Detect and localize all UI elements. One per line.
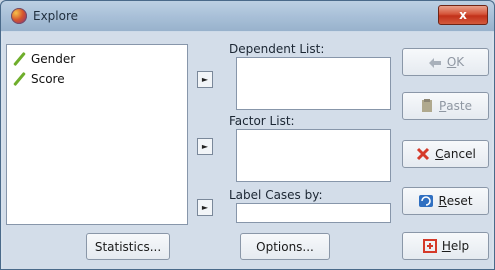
paste-label-rest: aste: [446, 99, 472, 113]
dependent-list-label: Dependent List:: [229, 42, 325, 56]
scale-ruler-icon: [13, 52, 25, 66]
move-to-dependent-button[interactable]: ►: [197, 71, 213, 88]
list-item[interactable]: Gender: [13, 50, 75, 68]
app-icon: [11, 8, 27, 24]
options-button[interactable]: Options...: [240, 233, 330, 260]
reset-icon: [418, 194, 434, 208]
move-to-factor-button[interactable]: ►: [197, 138, 213, 155]
help-label-rest: elp: [450, 239, 470, 253]
list-item[interactable]: Score: [13, 70, 65, 88]
paste-button[interactable]: Paste: [402, 92, 489, 120]
ok-button[interactable]: OK: [402, 48, 489, 76]
source-variable-list[interactable]: Gender Score: [6, 44, 188, 225]
label-cases-label: Label Cases by:: [229, 188, 323, 202]
reset-label-rest: eset: [446, 194, 473, 208]
variable-name: Score: [31, 72, 65, 86]
paste-icon: [419, 99, 435, 113]
cancel-label-rest: ancel: [443, 147, 476, 161]
label-cases-field[interactable]: [236, 203, 391, 223]
factor-list-label: Factor List:: [229, 114, 295, 128]
reset-mnemonic: R: [438, 194, 447, 208]
scale-ruler-icon: [13, 72, 25, 86]
variable-name: Gender: [31, 52, 76, 66]
factor-list[interactable]: [236, 129, 391, 182]
help-icon: [422, 239, 438, 253]
help-button[interactable]: Help: [402, 232, 489, 260]
dependent-list[interactable]: [236, 57, 391, 110]
window-title: Explore: [33, 9, 79, 23]
title-bar[interactable]: Explore x: [1, 1, 494, 31]
reset-button[interactable]: Reset: [402, 187, 489, 215]
cancel-button[interactable]: Cancel: [402, 140, 489, 168]
ok-mnemonic: O: [446, 55, 457, 69]
cancel-icon: [415, 147, 431, 161]
explore-dialog: Explore x Gender Score ► ► ► Dependent L…: [0, 0, 495, 270]
help-mnemonic: H: [441, 239, 451, 253]
paste-mnemonic: P: [439, 99, 447, 113]
ok-label-rest: K: [456, 55, 465, 69]
close-button[interactable]: x: [438, 5, 488, 25]
statistics-button[interactable]: Statistics...: [86, 233, 170, 260]
cancel-mnemonic: C: [435, 147, 444, 161]
move-to-label-button[interactable]: ►: [197, 199, 213, 216]
ok-icon: [427, 55, 443, 69]
